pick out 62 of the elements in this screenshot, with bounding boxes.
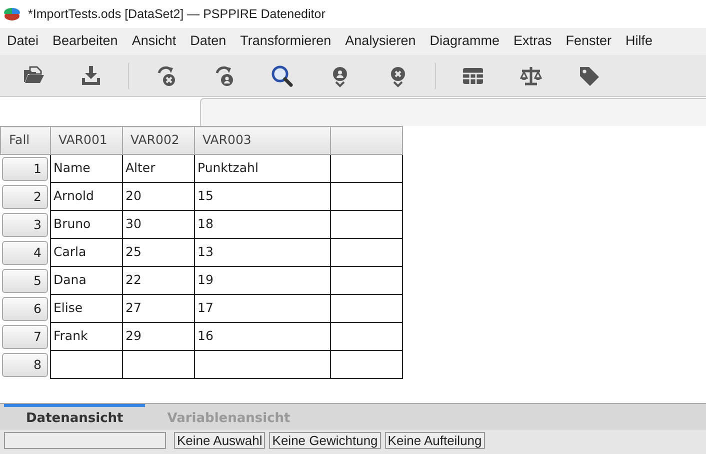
row-header[interactable]: 4 — [2, 240, 48, 264]
menu-item[interactable]: Datei — [0, 31, 46, 52]
column-header[interactable]: Fall — [0, 126, 50, 154]
table-cell[interactable]: Alter — [122, 154, 194, 182]
table-cell[interactable]: 29 — [122, 322, 194, 350]
download-icon — [79, 64, 103, 88]
row-header[interactable]: 5 — [2, 268, 48, 292]
menu-item[interactable]: Diagramme — [422, 31, 506, 52]
table-cell[interactable] — [122, 350, 194, 378]
table-cell[interactable] — [50, 350, 122, 378]
status-text: Keine Auswahl — [174, 432, 266, 449]
table-cell[interactable] — [330, 210, 402, 238]
table-cell[interactable]: 13 — [194, 238, 330, 266]
table-cell[interactable]: 22 — [122, 266, 194, 294]
row-header[interactable]: 3 — [2, 212, 48, 236]
table-cell[interactable]: 27 — [122, 294, 194, 322]
table-cell[interactable] — [330, 294, 402, 322]
menu-item[interactable]: Fenster — [558, 31, 619, 52]
table-cell[interactable] — [330, 238, 402, 266]
menu-item[interactable]: Bearbeiten — [46, 31, 125, 52]
column-header[interactable]: VAR003 — [194, 126, 330, 154]
menu-item[interactable]: Ansicht — [124, 31, 184, 52]
menu-item[interactable]: Extras — [506, 31, 559, 52]
menu-item[interactable]: Transformieren — [233, 31, 338, 52]
table-cell[interactable] — [330, 154, 402, 182]
app-icon — [4, 7, 20, 21]
column-header[interactable]: VAR001 — [50, 126, 122, 154]
table-cell[interactable]: Frank — [50, 322, 122, 350]
table-cell[interactable]: 25 — [122, 238, 194, 266]
table-cell[interactable] — [330, 350, 402, 378]
column-header[interactable]: VAR002 — [122, 126, 194, 154]
table-cell[interactable]: Dana — [50, 266, 122, 294]
menu-item[interactable]: Daten — [183, 31, 234, 52]
table-cell[interactable]: 18 — [194, 210, 330, 238]
row-header[interactable]: 7 — [2, 324, 48, 348]
table-cell[interactable]: 16 — [194, 322, 330, 350]
window-title: *ImportTests.ods [DataSet2] — PSPPIRE Dateneditor — [28, 6, 326, 23]
search-icon — [270, 64, 294, 88]
table-cell[interactable]: 30 — [122, 210, 194, 238]
table-cell[interactable]: Elise — [50, 294, 122, 322]
table-cell[interactable] — [194, 350, 330, 378]
table-cell[interactable]: Carla — [50, 238, 122, 266]
table-cell[interactable] — [330, 322, 402, 350]
reference-field[interactable] — [200, 98, 706, 126]
table-cell[interactable] — [330, 266, 402, 294]
table-cell[interactable]: Arnold — [50, 182, 122, 210]
status-text: Keine Gewichtung — [269, 432, 381, 449]
table-cell[interactable] — [330, 182, 402, 210]
menu-item[interactable]: Analysieren — [338, 31, 423, 52]
row-header[interactable]: 8 — [2, 352, 48, 376]
table-cell[interactable]: 17 — [194, 294, 330, 322]
status-text: Keine Aufteilung — [384, 432, 485, 449]
table-cell[interactable]: Name — [50, 154, 122, 182]
table-cell[interactable]: 15 — [194, 182, 330, 210]
table-cell[interactable]: Punktzahl — [194, 154, 330, 182]
table-cell[interactable]: Bruno — [50, 210, 122, 238]
row-header[interactable]: 2 — [2, 184, 48, 208]
row-header[interactable]: 1 — [2, 156, 48, 181]
table-cell[interactable]: 19 — [194, 266, 330, 294]
table-cell[interactable]: 20 — [122, 182, 194, 210]
menu-item[interactable]: Hilfe — [618, 31, 660, 52]
row-header[interactable]: 6 — [2, 296, 48, 320]
